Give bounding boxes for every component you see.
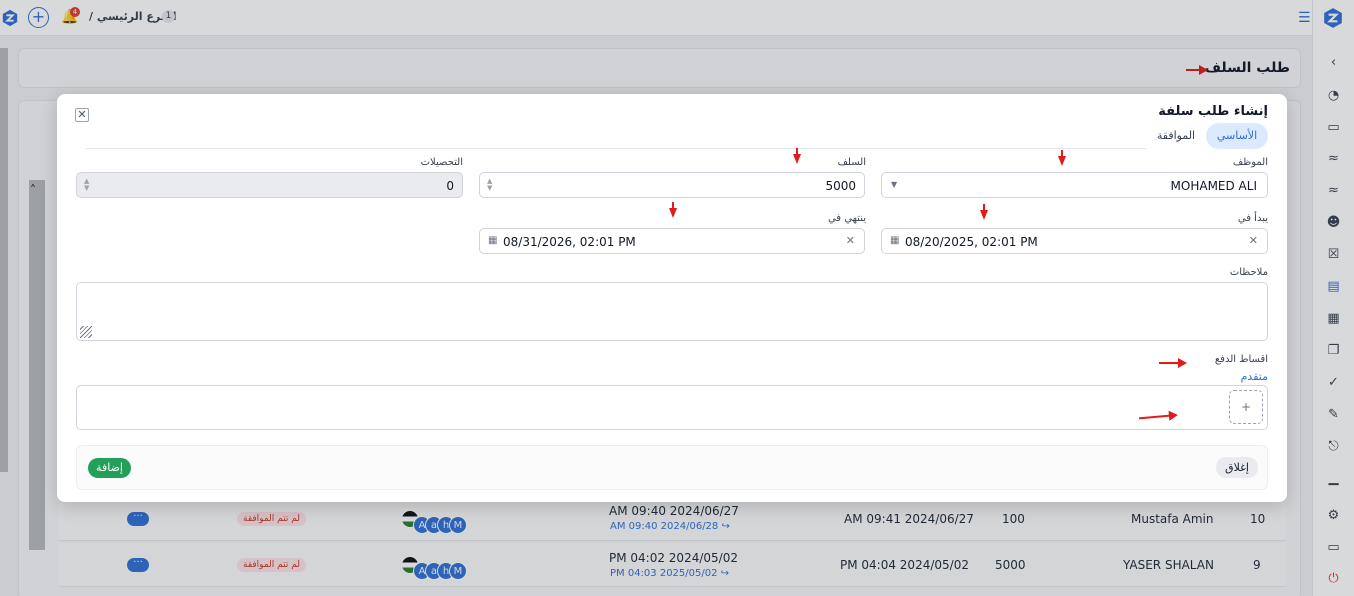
annotation-arrow [793, 148, 801, 164]
resize-handle-icon[interactable] [80, 326, 92, 338]
submit-add-button[interactable]: إضافة [88, 458, 131, 478]
add-installment-button[interactable]: + [1229, 390, 1263, 424]
collections-label: التحصيلات [420, 157, 463, 168]
create-advance-modal: ✕ إنشاء طلب سلفة الأساسي الموافقة الموظف… [57, 94, 1287, 502]
ends-at-datepicker[interactable]: ▦ 08/31/2026, 02:01 PM ✕ [479, 228, 865, 254]
starts-at-datepicker[interactable]: ▦ 08/20/2025, 02:01 PM ✕ [881, 228, 1268, 254]
clear-date-icon[interactable]: ✕ [1249, 234, 1258, 247]
ends-at-label: ينتهي في [827, 213, 866, 224]
starts-at-value: 08/20/2025, 02:01 PM [905, 235, 1038, 249]
annotation-arrow [1058, 150, 1066, 166]
installments-label: اقساط الدفع [1214, 354, 1268, 365]
employee-label: الموظف [1232, 157, 1268, 168]
collections-value: 0 [446, 179, 454, 193]
starts-at-label: يبدأ في [1237, 213, 1268, 224]
tab-basic[interactable]: الأساسي [1206, 123, 1268, 149]
notes-label: ملاحظات [1229, 267, 1268, 278]
tabs-divider [86, 148, 1146, 149]
number-stepper-icon[interactable]: ▲ ▼ [487, 178, 492, 192]
calendar-icon: ▦ [488, 235, 498, 246]
tab-approval[interactable]: الموافقة [1151, 123, 1201, 149]
annotation-arrow [980, 204, 988, 220]
employee-select[interactable]: ▼ MOHAMED ALI [881, 172, 1268, 198]
close-button[interactable]: إغلاق [1216, 457, 1258, 478]
clear-date-icon[interactable]: ✕ [846, 234, 855, 247]
number-stepper-icon: ▲ ▼ [84, 177, 90, 192]
notes-textarea[interactable] [76, 282, 1268, 341]
close-icon[interactable]: ✕ [75, 108, 89, 122]
installments-list: + [76, 385, 1268, 430]
modal-footer: إضافة إغلاق [76, 445, 1268, 490]
annotation-arrow [669, 202, 677, 218]
advance-value: 5000 [825, 179, 856, 193]
collections-input: ▲ ▼ 0 [76, 172, 463, 198]
advance-amount-input[interactable]: ▲ ▼ 5000 [479, 172, 865, 198]
modal-title: إنشاء طلب سلفة [1158, 104, 1268, 119]
ends-at-value: 08/31/2026, 02:01 PM [503, 235, 636, 249]
chevron-down-icon: ▼ [891, 180, 898, 189]
advanced-link[interactable]: متقدم [1241, 370, 1268, 383]
employee-value: MOHAMED ALI [1170, 179, 1257, 193]
calendar-icon: ▦ [890, 235, 900, 246]
advance-label: السلف [837, 157, 866, 168]
annotation-arrow [1159, 358, 1187, 368]
